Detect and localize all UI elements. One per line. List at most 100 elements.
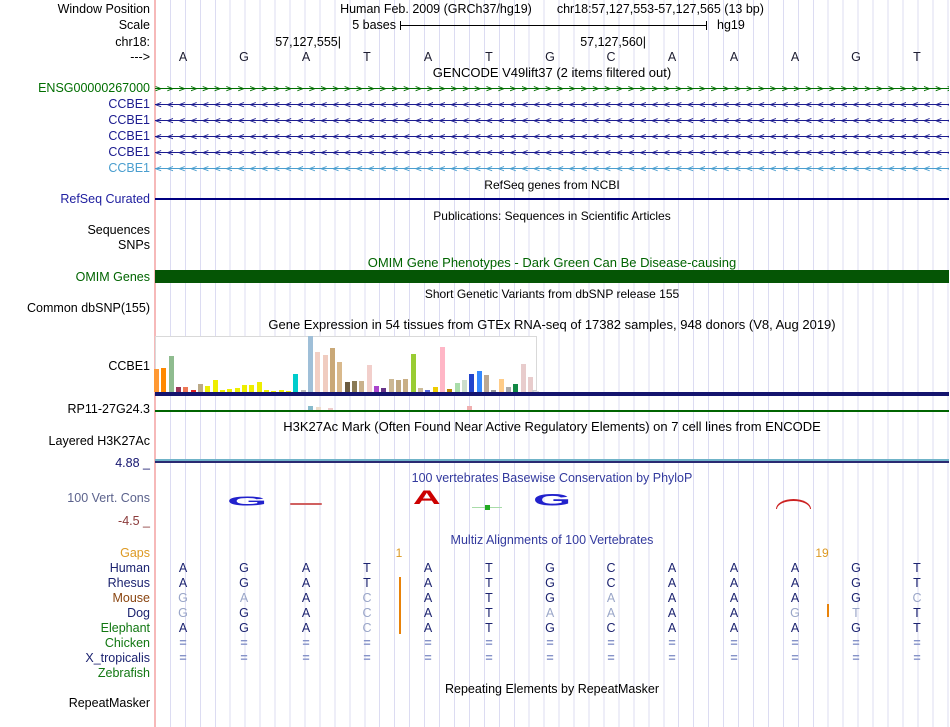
gene-label-ccbe1-3[interactable]: CCBE1 bbox=[0, 129, 150, 143]
gtex-tissue-bar[interactable] bbox=[462, 380, 467, 392]
gtex-tissue-bar[interactable] bbox=[337, 362, 342, 392]
gtex-tissue-bar[interactable] bbox=[374, 386, 379, 392]
gtex-tissue-bar[interactable] bbox=[271, 391, 276, 392]
species-label-human[interactable]: Human bbox=[0, 561, 150, 575]
gene-line-ccbe1-4[interactable]: <<<<<<<<<<<<<<<<<<<<<<<<<<<<<<<<<<<<<<<<… bbox=[155, 146, 949, 159]
gene-label-ccbe1-4[interactable]: CCBE1 bbox=[0, 145, 150, 159]
gaps-label[interactable]: Gaps bbox=[0, 546, 150, 560]
gene-label-ensg[interactable]: ENSG00000267000 bbox=[0, 81, 150, 95]
gtex-tissue-bar[interactable] bbox=[418, 388, 423, 392]
gtex-tissue-bar[interactable] bbox=[411, 354, 416, 392]
gtex-tissue-bar[interactable] bbox=[242, 385, 247, 392]
gene-line-ccbe1-5[interactable]: <<<<<<<<<<<<<<<<<<<<<<<<<<<<<<<<<<<<<<<<… bbox=[155, 162, 949, 175]
alignment-row-mouse[interactable]: GAACATGAAAAGC bbox=[155, 591, 949, 606]
gtex-tissue-bar[interactable] bbox=[396, 380, 401, 392]
refseq-curated-label[interactable]: RefSeq Curated bbox=[0, 192, 150, 206]
gtex-tissue-bar[interactable] bbox=[301, 390, 306, 392]
gtex-tissue-bar[interactable] bbox=[506, 387, 511, 392]
species-label-rhesus[interactable]: Rhesus bbox=[0, 576, 150, 590]
species-label-elephant[interactable]: Elephant bbox=[0, 621, 150, 635]
gtex-tissue-bar[interactable] bbox=[477, 371, 482, 392]
alignment-row-dog[interactable]: GGACATAAAAGTT bbox=[155, 606, 949, 621]
repeatmasker-label[interactable]: RepeatMasker bbox=[0, 696, 150, 710]
omim-gene-bar[interactable] bbox=[155, 270, 949, 283]
gtex-tissue-bar[interactable] bbox=[308, 336, 313, 392]
gtex-tissue-bar[interactable] bbox=[447, 389, 452, 392]
snps-label[interactable]: SNPs bbox=[0, 238, 150, 252]
alignment-row-chicken[interactable]: = = = = = = = = = = = = = bbox=[155, 636, 949, 651]
gtex-tissue-bar[interactable] bbox=[469, 374, 474, 392]
gtex-tissue-bar[interactable] bbox=[286, 391, 291, 392]
species-label-dog[interactable]: Dog bbox=[0, 606, 150, 620]
gtex-tissue-bar[interactable] bbox=[264, 390, 269, 392]
gtex-tissue-bar[interactable] bbox=[425, 390, 430, 392]
gtex-tissue-bar[interactable] bbox=[235, 388, 240, 392]
gtex-tissue-bar[interactable] bbox=[345, 382, 350, 392]
chrom-label[interactable]: chr18: bbox=[0, 35, 150, 49]
gtex-tissue-bar[interactable] bbox=[169, 356, 174, 392]
layered-h3k27ac-label[interactable]: Layered H3K27Ac bbox=[0, 434, 150, 448]
vert-cons-label[interactable]: 100 Vert. Cons bbox=[0, 491, 150, 505]
species-label-chicken[interactable]: Chicken bbox=[0, 636, 150, 650]
gtex-tissue-bar[interactable] bbox=[367, 365, 372, 392]
gtex-tissue-bar[interactable] bbox=[154, 369, 159, 392]
gtex-tissue-bar[interactable] bbox=[359, 381, 364, 392]
gtex-tissue-bar[interactable] bbox=[440, 347, 445, 392]
gtex-tissue-bar[interactable] bbox=[381, 388, 386, 392]
gtex-tissue-bar[interactable] bbox=[213, 380, 218, 392]
alignment-row-x_tropicalis[interactable]: = = = = = = = = = = = = = bbox=[155, 651, 949, 666]
alignment-row-elephant[interactable]: AGACATGCAAAGT bbox=[155, 621, 949, 636]
cons-min-label[interactable]: -4.5 _ bbox=[0, 514, 150, 528]
gene-label-ccbe1-5[interactable]: CCBE1 bbox=[0, 161, 150, 175]
gtex-tissue-bar[interactable] bbox=[315, 352, 320, 392]
gene-line-ccbe1-2[interactable]: <<<<<<<<<<<<<<<<<<<<<<<<<<<<<<<<<<<<<<<<… bbox=[155, 114, 949, 127]
gtex-tissue-bar[interactable] bbox=[249, 385, 254, 392]
sequences-label[interactable]: Sequences bbox=[0, 223, 150, 237]
gtex-tissue-bar[interactable] bbox=[484, 375, 489, 392]
gtex-tissue-bar[interactable] bbox=[499, 379, 504, 392]
gtex-gene-label[interactable]: CCBE1 bbox=[0, 359, 150, 373]
gene-line-ensg00000267000[interactable]: >>>>>>>>>>>>>>>>>>>>>>>>>>>>>>>>>>>>>>>>… bbox=[155, 82, 949, 95]
gtex-tissue-bar[interactable] bbox=[389, 379, 394, 392]
rp11-label[interactable]: RP11-27G24.3 bbox=[0, 402, 150, 416]
gtex-tissue-bar[interactable] bbox=[279, 390, 284, 392]
scale-label[interactable]: Scale bbox=[0, 18, 150, 32]
gtex-tissue-bar[interactable] bbox=[227, 389, 232, 392]
gtex-tissue-bar[interactable] bbox=[191, 390, 196, 392]
rp11-gene-expression-line[interactable] bbox=[155, 410, 949, 412]
cons-max-label[interactable]: 4.88 _ bbox=[0, 456, 150, 470]
gtex-tissue-bar[interactable] bbox=[403, 379, 408, 392]
strand-label[interactable]: ---> bbox=[0, 50, 150, 64]
gtex-tissue-bar[interactable] bbox=[491, 390, 496, 392]
gtex-tissue-bar[interactable] bbox=[257, 382, 262, 392]
common-dbsnp-label[interactable]: Common dbSNP(155) bbox=[0, 301, 150, 315]
gtex-tissue-bar[interactable] bbox=[205, 386, 210, 392]
alignment-row-human[interactable]: AGATATGCAAAGT bbox=[155, 561, 949, 576]
gtex-tissue-bar[interactable] bbox=[455, 383, 460, 392]
gtex-tissue-bar[interactable] bbox=[513, 384, 518, 392]
gtex-tissue-bar[interactable] bbox=[161, 368, 166, 392]
gene-label-ccbe1-1[interactable]: CCBE1 bbox=[0, 97, 150, 111]
gene-line-ccbe1-1[interactable]: <<<<<<<<<<<<<<<<<<<<<<<<<<<<<<<<<<<<<<<<… bbox=[155, 98, 949, 111]
species-label-mouse[interactable]: Mouse bbox=[0, 591, 150, 605]
gene-label-ccbe1-2[interactable]: CCBE1 bbox=[0, 113, 150, 127]
gtex-tissue-bar[interactable] bbox=[330, 348, 335, 392]
gtex-tissue-bar[interactable] bbox=[323, 355, 328, 392]
alignment-row-rhesus[interactable]: AGATATGCAAAGT bbox=[155, 576, 949, 591]
gtex-tissue-bar[interactable] bbox=[176, 387, 181, 392]
species-label-xtropicalis[interactable]: X_tropicalis bbox=[0, 651, 150, 665]
gtex-tissue-bar[interactable] bbox=[534, 391, 539, 392]
alignment-row-zebrafish[interactable] bbox=[155, 666, 949, 681]
omim-genes-label[interactable]: OMIM Genes bbox=[0, 270, 150, 284]
window-position-label[interactable]: Window Position bbox=[0, 2, 150, 16]
species-label-zebrafish[interactable]: Zebrafish bbox=[0, 666, 150, 680]
h3k27ac-signal-line-bottom[interactable] bbox=[155, 461, 949, 463]
gtex-tissue-bar[interactable] bbox=[433, 387, 438, 392]
gtex-tissue-bar[interactable] bbox=[521, 364, 526, 392]
refseq-curated-line[interactable] bbox=[155, 198, 949, 200]
gtex-tissue-bar[interactable] bbox=[293, 374, 298, 392]
gtex-tissue-bar[interactable] bbox=[220, 390, 225, 392]
gtex-tissue-bar[interactable] bbox=[183, 387, 188, 392]
gene-line-ccbe1-3[interactable]: <<<<<<<<<<<<<<<<<<<<<<<<<<<<<<<<<<<<<<<<… bbox=[155, 130, 949, 143]
gtex-tissue-bar[interactable] bbox=[352, 381, 357, 392]
